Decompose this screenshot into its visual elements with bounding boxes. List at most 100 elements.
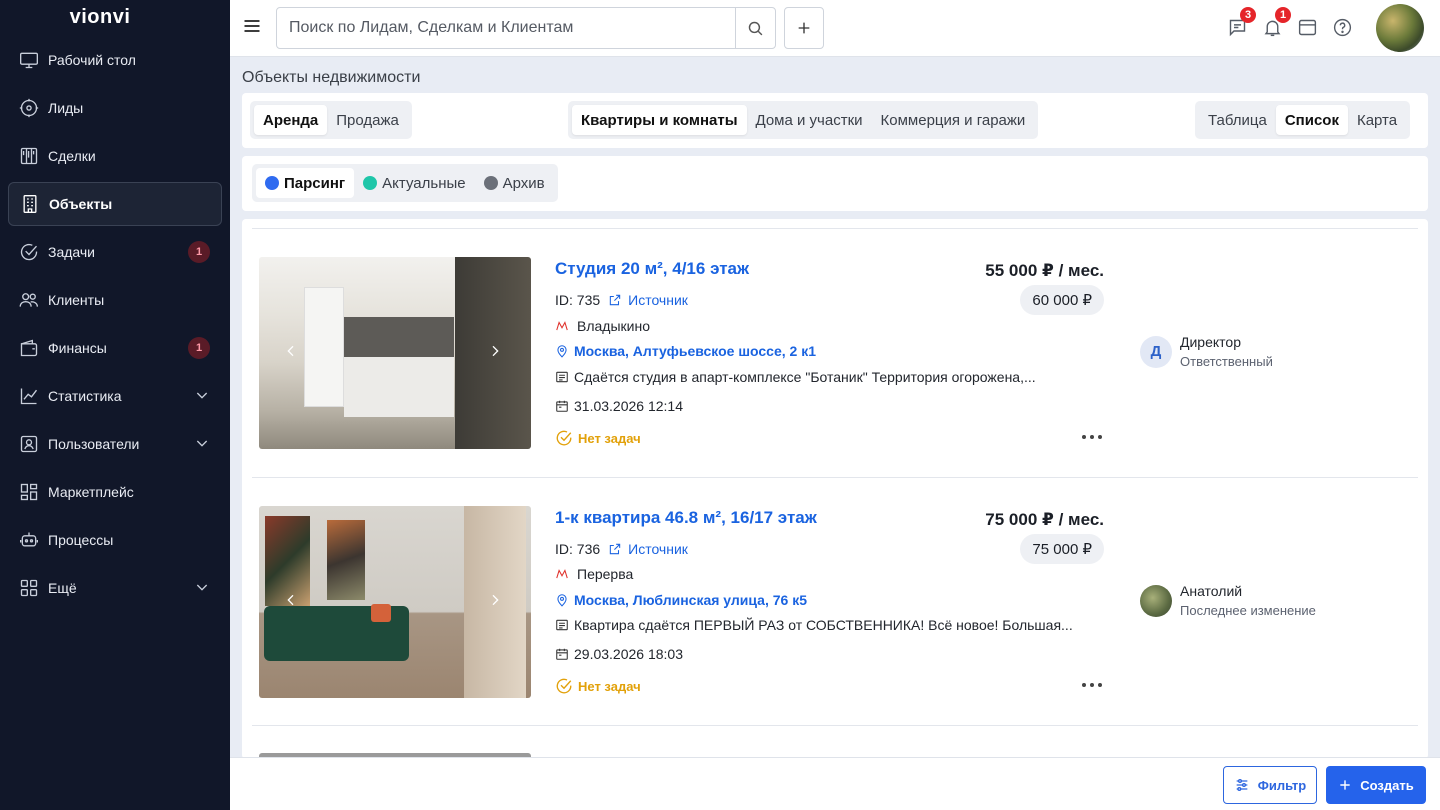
fridge-shape bbox=[304, 287, 344, 407]
sidebar-item-label: Задачи bbox=[48, 244, 96, 260]
tab-houses[interactable]: Дома и участки bbox=[747, 105, 872, 135]
listing-title[interactable]: Студия 20 м², 4/16 этаж bbox=[555, 259, 749, 279]
chevron-down-icon[interactable] bbox=[194, 435, 210, 451]
robot-icon bbox=[18, 529, 40, 551]
messages-button[interactable]: 3 bbox=[1224, 7, 1256, 40]
metro-row: Перерва bbox=[555, 566, 633, 582]
listing-address[interactable]: Москва, Люблинская улица, 76 к5 bbox=[574, 592, 807, 608]
user-avatar[interactable] bbox=[1376, 4, 1424, 52]
sidebar-item-processes[interactable]: Процессы bbox=[8, 518, 222, 562]
responsible-role: Последнее изменение bbox=[1180, 603, 1316, 618]
more-actions-icon[interactable] bbox=[1082, 680, 1102, 690]
create-button[interactable]: Создать bbox=[1326, 766, 1426, 804]
search-button[interactable] bbox=[735, 8, 775, 48]
global-search bbox=[276, 7, 776, 49]
responsible-block: Д Директор Ответственный bbox=[1140, 334, 1273, 369]
tab-sale[interactable]: Продажа bbox=[327, 105, 408, 135]
listing-photo[interactable] bbox=[259, 257, 531, 449]
pillow-shape bbox=[371, 604, 391, 622]
sidebar-item-finance[interactable]: Финансы 1 bbox=[8, 326, 222, 370]
sliders-icon bbox=[1236, 779, 1248, 791]
tab-actual[interactable]: Актуальные bbox=[354, 168, 474, 198]
tab-apartments[interactable]: Квартиры и комнаты bbox=[572, 105, 747, 135]
responsible-name: Анатолий bbox=[1180, 583, 1243, 599]
tab-parsing[interactable]: Парсинг bbox=[256, 168, 355, 198]
responsible-avatar bbox=[1140, 584, 1172, 617]
listing-price: 55 000 ₽ / мес. bbox=[985, 261, 1104, 280]
chevron-down-icon[interactable] bbox=[194, 387, 210, 403]
calendar-icon bbox=[555, 647, 569, 661]
property-type-tabs: Квартиры и комнаты Дома и участки Коммер… bbox=[568, 101, 1039, 139]
page-title: Объекты недвижимости bbox=[242, 69, 421, 86]
tasks-check-icon bbox=[555, 429, 573, 447]
kanban-icon bbox=[18, 145, 40, 167]
more-actions-icon[interactable] bbox=[1082, 432, 1102, 442]
quick-add-button[interactable] bbox=[784, 7, 824, 49]
listing-address[interactable]: Москва, Алтуфьевское шоссе, 2 к1 bbox=[574, 343, 816, 359]
notifications-button[interactable]: 1 bbox=[1259, 7, 1291, 40]
tab-archive[interactable]: Архив bbox=[475, 168, 554, 198]
tab-table[interactable]: Таблица bbox=[1199, 105, 1276, 135]
sidebar-item-marketplace[interactable]: Маркетплейс bbox=[8, 470, 222, 514]
sidebar-item-leads[interactable]: Лиды bbox=[8, 86, 222, 130]
status-tabs: Парсинг Актуальные Архив bbox=[252, 164, 558, 202]
metro-station: Владыкино bbox=[577, 318, 650, 334]
sidebar-item-tasks[interactable]: Задачи 1 bbox=[8, 230, 222, 274]
status-dot bbox=[363, 176, 378, 190]
filter-label: Фильтр bbox=[1257, 777, 1307, 793]
tasks-status[interactable]: Нет задач bbox=[578, 679, 641, 694]
photo-prev-icon[interactable] bbox=[283, 343, 303, 363]
tab-list[interactable]: Список bbox=[1275, 105, 1348, 135]
search-input[interactable] bbox=[277, 8, 735, 48]
notifications-badge: 1 bbox=[1275, 7, 1291, 23]
chevron-down-icon[interactable] bbox=[194, 579, 210, 595]
sidebar-item-deals[interactable]: Сделки bbox=[8, 134, 222, 178]
external-link-icon[interactable] bbox=[608, 542, 622, 556]
photo-prev-icon[interactable] bbox=[283, 592, 303, 612]
tab-map[interactable]: Карта bbox=[1348, 105, 1406, 135]
description-icon bbox=[555, 370, 569, 384]
external-link-icon[interactable] bbox=[608, 293, 622, 307]
sidebar-item-label: Статистика bbox=[48, 388, 122, 404]
responsible-role: Ответственный bbox=[1180, 354, 1273, 369]
sidebar-item-statistics[interactable]: Статистика bbox=[8, 374, 222, 418]
metro-icon bbox=[555, 319, 569, 333]
listing-id-row: ID: 735 Источник bbox=[555, 292, 688, 308]
monitor-icon bbox=[18, 49, 40, 71]
hamburger-menu-icon[interactable] bbox=[242, 16, 264, 38]
responsible-avatar: Д bbox=[1140, 335, 1172, 368]
tab-rent[interactable]: Аренда bbox=[254, 105, 328, 135]
sidebar-item-label: Лиды bbox=[48, 100, 84, 116]
apps-icon bbox=[18, 577, 40, 599]
tab-commercial[interactable]: Коммерция и гаражи bbox=[872, 105, 1035, 135]
date-row: 29.03.2026 18:03 bbox=[555, 646, 683, 662]
address-row: Москва, Люблинская улица, 76 к5 bbox=[555, 592, 807, 608]
source-link[interactable]: Источник bbox=[628, 541, 688, 557]
photo-next-icon[interactable] bbox=[487, 592, 507, 612]
listing-date: 31.03.2026 12:14 bbox=[574, 398, 683, 414]
description-row: Сдаётся студия в апарт-комплексе "Ботани… bbox=[555, 369, 1036, 385]
status-dot bbox=[483, 176, 498, 190]
photo-next-icon[interactable] bbox=[487, 343, 507, 363]
sidebar-item-users[interactable]: Пользователи bbox=[8, 422, 222, 466]
app-logo[interactable]: vionvi bbox=[0, 0, 230, 34]
sidebar-item-clients[interactable]: Клиенты bbox=[8, 278, 222, 322]
listing-title[interactable]: 1-к квартира 46.8 м², 16/17 этаж bbox=[555, 508, 817, 528]
listing-id-row: ID: 736 Источник bbox=[555, 541, 688, 557]
sidebar-item-more[interactable]: Ещё bbox=[8, 566, 222, 610]
user-card-icon bbox=[18, 433, 40, 455]
source-link[interactable]: Источник bbox=[628, 292, 688, 308]
listing-card: Студия 20 м², 4/16 этаж 55 000 ₽ / мес. … bbox=[242, 219, 1428, 467]
listing-photo[interactable] bbox=[259, 506, 531, 698]
tasks-row: Нет задач bbox=[555, 429, 641, 447]
plus-icon bbox=[1340, 780, 1350, 790]
sidebar-item-desktop[interactable]: Рабочий стол bbox=[8, 38, 222, 82]
filter-button[interactable]: Фильтр bbox=[1223, 766, 1317, 804]
building-icon bbox=[19, 193, 41, 215]
tasks-status[interactable]: Нет задач bbox=[578, 431, 641, 446]
help-button[interactable] bbox=[1329, 14, 1355, 40]
cabinet-shape bbox=[344, 357, 454, 417]
chart-line-icon bbox=[18, 385, 40, 407]
calendar-button[interactable] bbox=[1294, 14, 1320, 40]
sidebar-item-objects[interactable]: Объекты bbox=[8, 182, 222, 226]
